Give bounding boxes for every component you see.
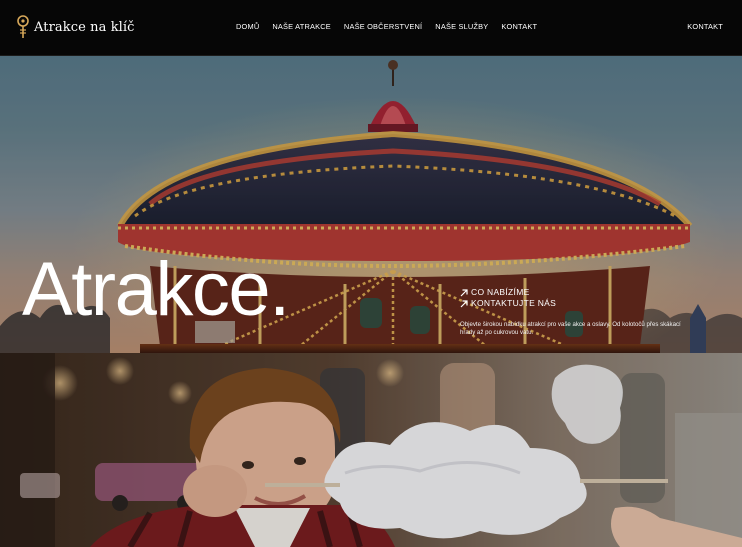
header-contact-link[interactable]: KONTAKT	[687, 22, 723, 31]
site-header: Atrakce na klíč DOMŮ NAŠE ATRAKCE NAŠE O…	[0, 0, 742, 56]
hero-section: Atrakce. CO NABÍZÍME KONTAKTUJTE NÁS Obj…	[0, 56, 742, 353]
site-logo[interactable]: Atrakce na klíč	[16, 14, 135, 40]
nav-link-attractions[interactable]: NAŠE ATRAKCE	[272, 22, 331, 31]
photo-section	[0, 353, 742, 547]
nav-link-contact[interactable]: KONTAKT	[501, 22, 537, 31]
nav-link-refreshments[interactable]: NAŠE OBČERSTVENÍ	[344, 22, 422, 31]
hero-link-contact[interactable]: KONTAKTUJTE NÁS	[460, 298, 556, 309]
lightbulb-logo-icon	[17, 15, 29, 38]
hero-description: Objevte širokou nabídku atrakcí pro vaše…	[460, 321, 681, 336]
page: Atrakce na klíč DOMŮ NAŠE ATRAKCE NAŠE O…	[0, 0, 742, 547]
nav-link-services[interactable]: NAŠE SLUŽBY	[435, 22, 488, 31]
hero-link-offer[interactable]: CO NABÍZÍME	[460, 287, 556, 298]
hero-title: Atrakce.	[22, 247, 290, 332]
arrow-up-right-icon	[460, 288, 468, 296]
main-nav: DOMŮ NAŠE ATRAKCE NAŠE OBČERSTVENÍ NAŠE …	[236, 22, 537, 31]
cotton-candy-photo	[0, 353, 742, 547]
arrow-up-right-icon	[460, 299, 468, 307]
hero-links: CO NABÍZÍME KONTAKTUJTE NÁS	[460, 287, 556, 309]
logo-text: Atrakce na klíč	[34, 19, 135, 35]
hero-link-label: CO NABÍZÍME	[471, 287, 530, 297]
nav-link-home[interactable]: DOMŮ	[236, 22, 259, 31]
hero-link-label: KONTAKTUJTE NÁS	[471, 298, 557, 308]
